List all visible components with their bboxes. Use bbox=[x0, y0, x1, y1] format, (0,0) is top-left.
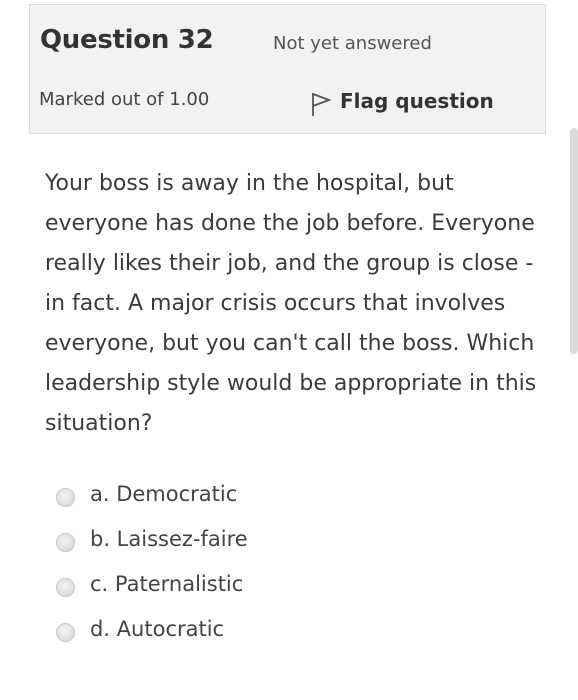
radio-button[interactable] bbox=[56, 488, 75, 507]
radio-button[interactable] bbox=[56, 623, 75, 642]
question-number: Question 32 bbox=[40, 25, 214, 55]
answer-option-c[interactable]: c. Paternalistic bbox=[56, 561, 248, 606]
answer-label: b. Laissez-faire bbox=[90, 526, 248, 551]
answer-label: c. Paternalistic bbox=[90, 571, 244, 596]
radio-button[interactable] bbox=[56, 578, 75, 597]
flag-question-label: Flag question bbox=[340, 89, 494, 113]
question-text: Your boss is away in the hospital, but e… bbox=[45, 171, 537, 436]
answer-options: a. Democratic b. Laissez-faire c. Patern… bbox=[56, 471, 248, 651]
answer-option-a[interactable]: a. Democratic bbox=[56, 471, 248, 516]
question-info-panel: Question 32 Not yet answered Marked out … bbox=[29, 4, 546, 134]
quiz-page: Question 32 Not yet answered Marked out … bbox=[0, 0, 578, 700]
answer-label: d. Autocratic bbox=[90, 616, 225, 641]
scrollbar-thumb[interactable] bbox=[570, 128, 578, 354]
question-grade: Marked out of 1.00 bbox=[39, 89, 210, 110]
answer-option-b[interactable]: b. Laissez-faire bbox=[56, 516, 248, 561]
question-state: Not yet answered bbox=[273, 33, 432, 54]
answer-label: a. Democratic bbox=[90, 481, 238, 506]
flag-question-button[interactable]: Flag question bbox=[310, 85, 494, 117]
answer-option-d[interactable]: d. Autocratic bbox=[56, 606, 248, 651]
radio-button[interactable] bbox=[56, 533, 75, 552]
flag-icon bbox=[312, 93, 332, 116]
